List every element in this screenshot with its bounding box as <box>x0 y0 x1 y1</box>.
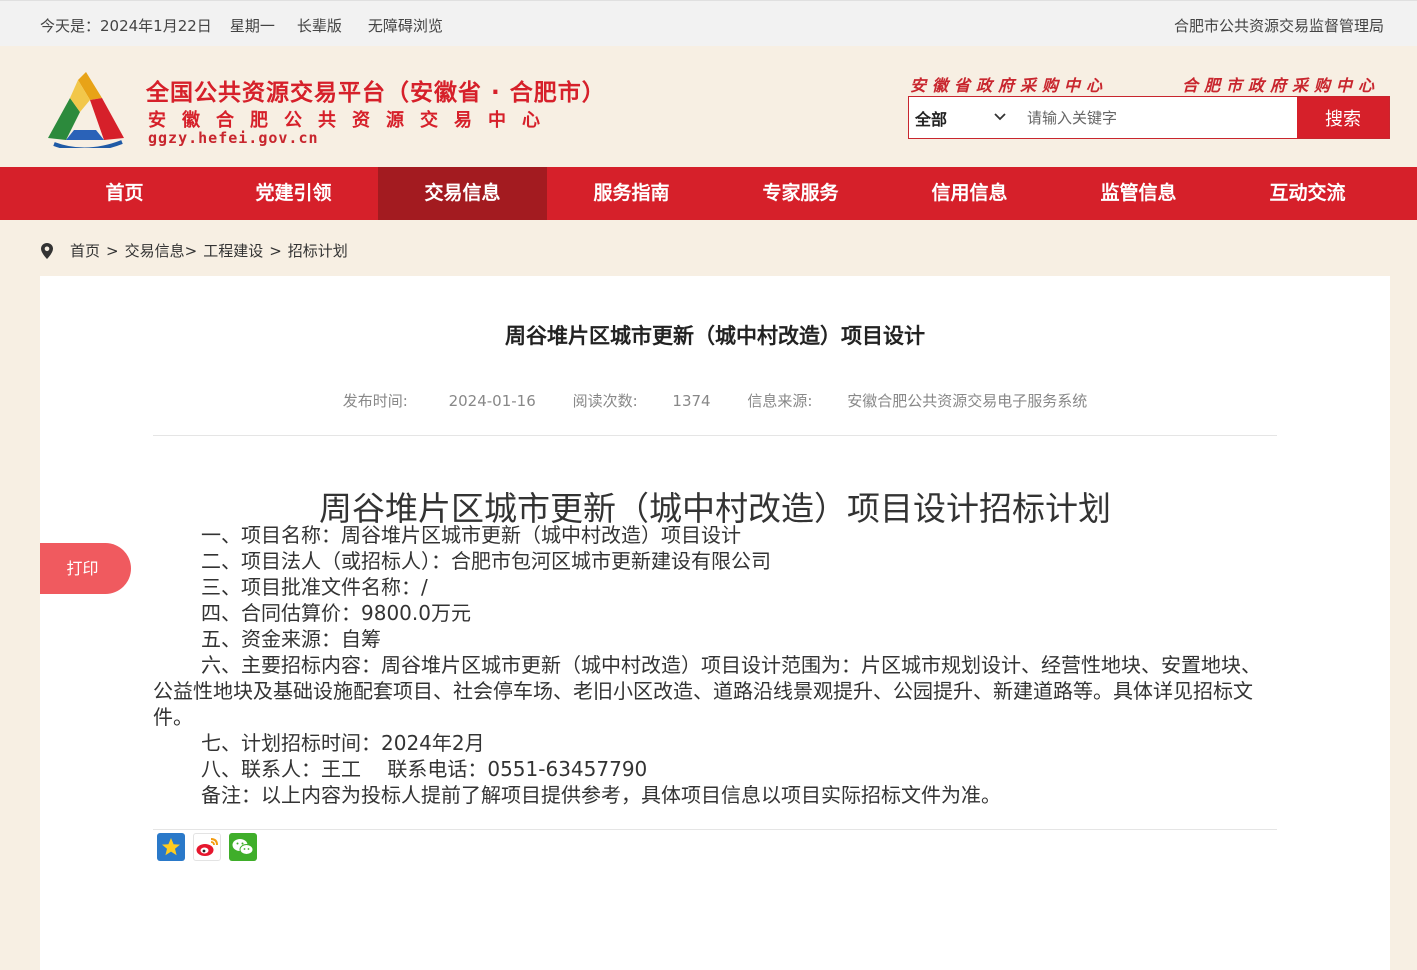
item-estimated-price: 四、合同估算价：9800.0万元 <box>201 601 471 625</box>
item-project-name: 一、项目名称：周谷堆片区城市更新（城中村改造）项目设计 <box>201 523 741 547</box>
search-input[interactable] <box>1019 97 1297 138</box>
divider <box>153 829 1277 830</box>
nav-item-credit-info[interactable]: 信用信息 <box>885 167 1054 220</box>
wechat-bubble-icon <box>232 839 254 855</box>
weibo-icon[interactable] <box>193 833 221 861</box>
nav-item-trade-info[interactable]: 交易信息 <box>378 167 547 220</box>
source-value: 安徽合肥公共资源交易电子服务系统 <box>847 392 1088 410</box>
item-approval-doc: 三、项目批准文件名称：/ <box>201 575 428 599</box>
province-procurement-link[interactable]: 安徽省政府采购中心 <box>910 72 1108 96</box>
document-body: 一、项目名称：周谷堆片区城市更新（城中村改造）项目设计 二、项目法人（或招标人）… <box>153 522 1277 808</box>
site-url: ggzy.hefei.gov.cn <box>148 129 319 147</box>
publish-label: 发布时间: <box>342 392 408 410</box>
qzone-icon[interactable] <box>157 833 185 861</box>
main-nav: 首页 党建引领 交易信息 服务指南 专家服务 信用信息 监管信息 互动交流 <box>0 167 1417 220</box>
nav-item-supervision-info[interactable]: 监管信息 <box>1054 167 1223 220</box>
site-header: 全国公共资源交易平台（安徽省 · 合肥市） 安徽合肥公共资源交易中心 ggzy.… <box>0 46 1417 167</box>
star-icon <box>162 838 180 856</box>
chevron-down-icon <box>994 113 1006 121</box>
divider <box>153 435 1277 436</box>
nav-item-home[interactable]: 首页 <box>40 167 209 220</box>
search-scope-select[interactable]: 全部 <box>909 97 1019 138</box>
accessibility-link[interactable]: 无障碍浏览 <box>368 15 443 36</box>
search-scope-value: 全部 <box>915 109 948 129</box>
item-main-content: 六、主要招标内容：周谷堆片区城市更新（城中村改造）项目设计范围为：片区城市规划设… <box>153 653 1261 729</box>
wechat-icon[interactable] <box>229 833 257 861</box>
search-bar: 全部 搜索 <box>908 96 1390 139</box>
breadcrumb-home[interactable]: 首页 <box>70 240 100 261</box>
nav-item-service-guide[interactable]: 服务指南 <box>547 167 716 220</box>
current-date: 今天是：2024年1月22日 <box>40 17 212 35</box>
elder-mode-link[interactable]: 长辈版 <box>297 15 342 36</box>
breadcrumb-separator: > <box>106 241 119 260</box>
site-title: 全国公共资源交易平台（安徽省 · 合肥市） <box>146 80 606 106</box>
search-button[interactable]: 搜索 <box>1297 97 1389 138</box>
weibo-logo-icon <box>196 838 218 856</box>
print-button[interactable]: 打印 <box>40 543 131 594</box>
article-panel: 周谷堆片区城市更新（城中村改造）项目设计 发布时间: 2024-01-16 阅读… <box>40 276 1390 970</box>
breadcrumb: 首页 > 交易信息 > 工程建设 > 招标计划 <box>40 240 348 261</box>
publish-date: 2024-01-16 <box>448 392 536 410</box>
source-label: 信息来源: <box>747 392 813 410</box>
item-bid-time: 七、计划招标时间：2024年2月 <box>201 731 485 755</box>
views-label: 阅读次数: <box>572 392 638 410</box>
share-bar <box>157 833 257 861</box>
city-procurement-link[interactable]: 合肥市政府采购中心 <box>1182 72 1380 96</box>
top-bar: 今天是：2024年1月22日 星期一 长辈版 无障碍浏览 合肥市公共资源交易监督… <box>0 0 1417 46</box>
item-remark: 备注：以上内容为投标人提前了解项目提供参考，具体项目信息以项目实际招标文件为准。 <box>201 783 1001 807</box>
breadcrumb-engineering[interactable]: 工程建设 <box>203 240 263 261</box>
breadcrumb-trade-info[interactable]: 交易信息 <box>125 240 185 261</box>
location-pin-icon <box>41 242 53 259</box>
site-logo-icon[interactable] <box>44 68 128 148</box>
breadcrumb-bid-plan[interactable]: 招标计划 <box>288 240 348 261</box>
nav-item-expert-service[interactable]: 专家服务 <box>716 167 885 220</box>
top-bar-left: 今天是：2024年1月22日 星期一 长辈版 无障碍浏览 <box>40 15 469 36</box>
bureau-link[interactable]: 合肥市公共资源交易监督管理局 <box>1174 15 1384 36</box>
article-meta: 发布时间: 2024-01-16 阅读次数: 1374 信息来源: 安徽合肥公共… <box>40 390 1390 411</box>
article-title: 周谷堆片区城市更新（城中村改造）项目设计 <box>505 324 925 348</box>
nav-item-interaction[interactable]: 互动交流 <box>1223 167 1392 220</box>
breadcrumb-separator: > <box>184 241 198 260</box>
item-fund-source: 五、资金来源：自筹 <box>201 627 381 651</box>
views-count: 1374 <box>672 392 711 410</box>
item-project-owner: 二、项目法人（或招标人）：合肥市包河区城市更新建设有限公司 <box>201 549 771 573</box>
item-contact: 八、联系人：王工 联系电话：0551-63457790 <box>201 757 648 781</box>
breadcrumb-separator: > <box>269 241 282 260</box>
nav-item-party[interactable]: 党建引领 <box>209 167 378 220</box>
weekday: 星期一 <box>229 17 275 35</box>
